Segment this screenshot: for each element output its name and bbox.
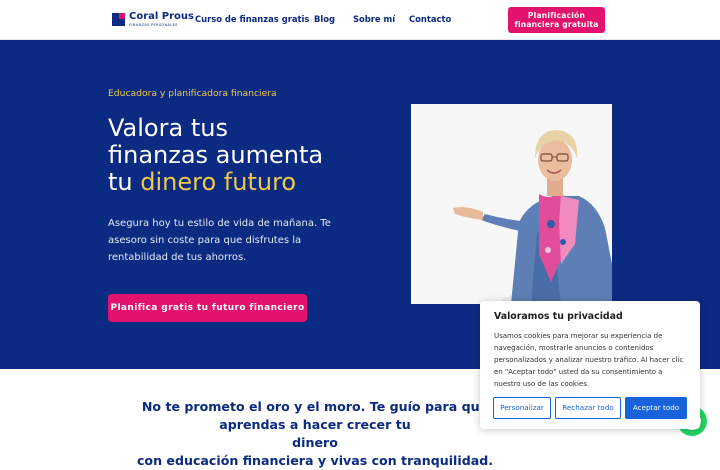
hero-title-prefix: tu xyxy=(108,168,141,196)
cookie-consent-banner: Valoramos tu privacidad Usamos cookies p… xyxy=(480,301,700,429)
logo-text: Coral Prous FINANZAS PERSONALES xyxy=(129,12,194,28)
advisor-portrait-illustration xyxy=(411,104,612,304)
accept-all-cookies-button[interactable]: Aceptar todo xyxy=(625,397,687,419)
coral-prous-logo-icon xyxy=(112,13,125,27)
value-proposition: No te prometo el oro y el moro. Te guío … xyxy=(110,398,520,470)
nav-link-blog[interactable]: Blog xyxy=(314,14,335,24)
hero-title-line-1: Valora tus xyxy=(108,114,228,142)
planificacion-cta-button[interactable]: Planificación financiera gratuita xyxy=(508,7,605,33)
value-line-2: dinero xyxy=(292,435,338,450)
hero-title: Valora tus finanzas aumenta tu dinero fu… xyxy=(108,115,388,196)
hero-title-line-2: finanzas aumenta xyxy=(108,141,324,169)
site-logo[interactable]: Coral Prous FINANZAS PERSONALES xyxy=(112,12,194,28)
advisor-photo xyxy=(411,104,612,304)
cookie-title: Valoramos tu privacidad xyxy=(494,311,623,322)
nav-link-sobre-mi[interactable]: Sobre mí xyxy=(353,14,395,24)
cookie-text: Usamos cookies para mejorar su experienc… xyxy=(494,332,684,388)
site-header: Coral Prous FINANZAS PERSONALES Curso de… xyxy=(0,0,720,40)
value-line-3: con educación financiera y vivas con tra… xyxy=(136,453,494,468)
hero-eyebrow: Educadora y planificadora financiera xyxy=(108,88,277,99)
cta-line-2: financiera gratuita xyxy=(514,20,599,29)
hero-title-line-3: tu dinero futuro xyxy=(108,169,388,196)
customize-cookies-button[interactable]: Personalizar xyxy=(493,397,551,419)
reject-all-cookies-button[interactable]: Rechazar todo xyxy=(555,397,621,419)
value-line-1: No te prometo el oro y el moro. Te guío … xyxy=(141,399,489,432)
logo-name: Coral Prous xyxy=(129,11,194,22)
nav-link-contacto[interactable]: Contacto xyxy=(409,14,451,24)
logo-tagline: FINANZAS PERSONALES xyxy=(129,23,178,27)
planifica-gratis-button[interactable]: Planifica gratis tu futuro financiero xyxy=(108,294,307,322)
hero-title-accent: dinero futuro xyxy=(140,168,297,196)
cta-line-1: Planificación xyxy=(527,11,586,20)
hero-description: Asegura hoy tu estilo de vida de mañana.… xyxy=(108,218,331,263)
nav-link-curso[interactable]: Curso de finanzas gratis xyxy=(195,14,309,24)
